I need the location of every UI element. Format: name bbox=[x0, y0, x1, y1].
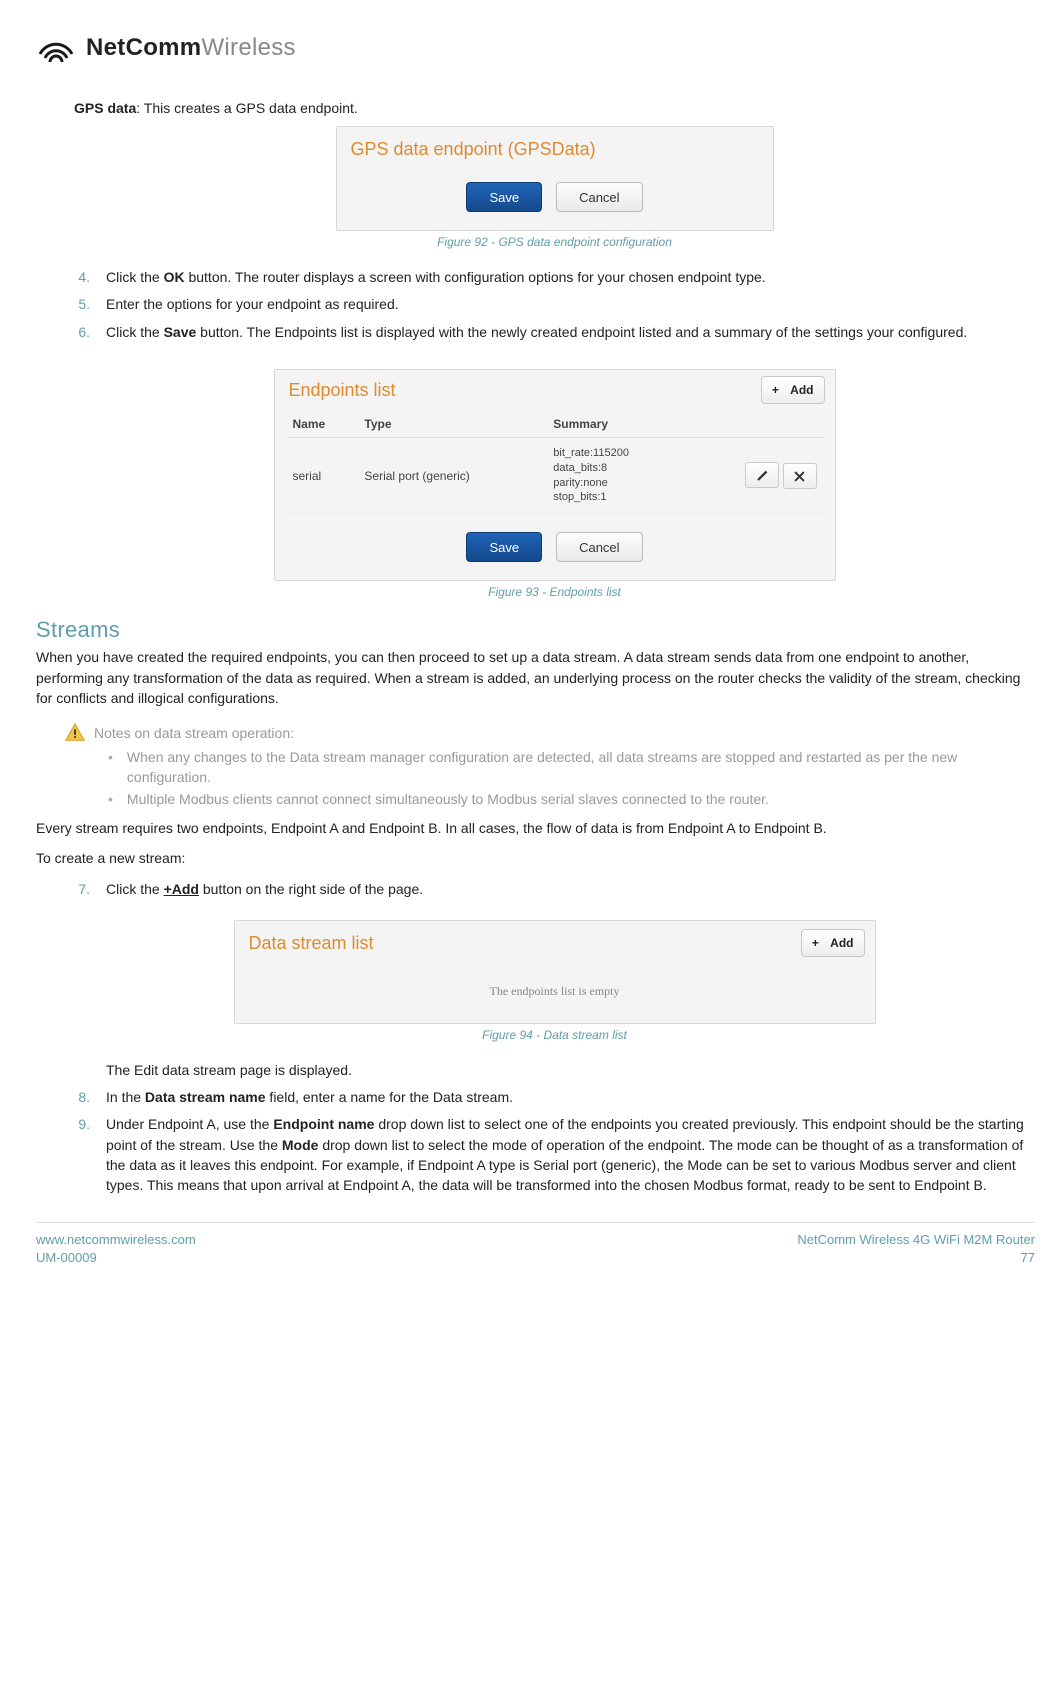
fig92-panel: GPS data endpoint (GPSData) Save Cancel bbox=[336, 126, 774, 231]
step-4: Click the OK button. The router displays… bbox=[106, 267, 1035, 287]
note-1: When any changes to the Data stream mana… bbox=[127, 748, 1035, 787]
col-summary: Summary bbox=[547, 411, 688, 438]
edit-stream-text: The Edit data stream page is displayed. bbox=[106, 1060, 1035, 1080]
pencil-icon bbox=[756, 469, 769, 482]
save-button[interactable]: Save bbox=[466, 532, 542, 562]
delete-button[interactable] bbox=[783, 463, 817, 489]
plus-icon: + bbox=[772, 383, 779, 397]
step-9: Under Endpoint A, use the Endpoint name … bbox=[106, 1114, 1035, 1195]
save-button[interactable]: Save bbox=[466, 182, 542, 212]
fig93-title: Endpoints list bbox=[289, 374, 396, 407]
fig93-caption: Figure 93 - Endpoints list bbox=[74, 585, 1035, 599]
streams-para1: When you have created the required endpo… bbox=[36, 647, 1035, 708]
step-num-6: 6. bbox=[74, 322, 90, 342]
close-icon bbox=[794, 471, 805, 482]
streams-para3: To create a new stream: bbox=[36, 848, 1035, 868]
note-2: Multiple Modbus clients cannot connect s… bbox=[127, 790, 769, 810]
footer-url: www.netcommwireless.com bbox=[36, 1231, 196, 1249]
footer-page: 77 bbox=[797, 1249, 1035, 1267]
brand-logo: NetCommWireless bbox=[36, 28, 1035, 68]
brand-light: Wireless bbox=[201, 34, 295, 61]
note-title: Notes on data stream operation: bbox=[94, 725, 294, 741]
step-num-9: 9. bbox=[74, 1114, 90, 1195]
cell-type: Serial port (generic) bbox=[358, 437, 547, 513]
warning-icon bbox=[64, 722, 86, 744]
gps-intro: GPS data: This creates a GPS data endpoi… bbox=[74, 100, 1035, 116]
wifi-arc-icon bbox=[36, 28, 76, 68]
endpoints-table: Name Type Summary serial Serial port (ge… bbox=[287, 411, 823, 514]
brand-bold: NetComm bbox=[86, 34, 201, 61]
streams-para2: Every stream requires two endpoints, End… bbox=[36, 818, 1035, 838]
cell-summary: bit_rate:115200data_bits:8parity:nonesto… bbox=[547, 437, 688, 513]
brand-text: NetCommWireless bbox=[86, 34, 296, 62]
streams-heading: Streams bbox=[36, 617, 1035, 643]
step-5: Enter the options for your endpoint as r… bbox=[106, 294, 1035, 314]
step-num-8: 8. bbox=[74, 1087, 90, 1107]
step-num-4: 4. bbox=[74, 267, 90, 287]
fig93-panel: Endpoints list + Add Name Type Summary s… bbox=[274, 369, 836, 581]
empty-message: The endpoints list is empty bbox=[235, 962, 875, 1005]
fig92-caption: Figure 92 - GPS data endpoint configurat… bbox=[74, 235, 1035, 249]
cell-name: serial bbox=[287, 437, 359, 513]
add-button[interactable]: + Add bbox=[801, 929, 865, 957]
edit-button[interactable] bbox=[745, 462, 779, 488]
step-7: Click the +Add button on the right side … bbox=[106, 879, 1035, 899]
add-button[interactable]: + Add bbox=[761, 376, 825, 404]
fig94-caption: Figure 94 - Data stream list bbox=[74, 1028, 1035, 1042]
plus-icon: + bbox=[812, 936, 819, 950]
col-type: Type bbox=[358, 411, 547, 438]
step-num-5: 5. bbox=[74, 294, 90, 314]
fig94-panel: Data stream list + Add The endpoints lis… bbox=[234, 920, 876, 1024]
step-8: In the Data stream name field, enter a n… bbox=[106, 1087, 1035, 1107]
fig94-title: Data stream list bbox=[249, 927, 374, 960]
step-num-7: 7. bbox=[74, 879, 90, 899]
col-name: Name bbox=[287, 411, 359, 438]
cancel-button[interactable]: Cancel bbox=[556, 532, 642, 562]
footer-doc: UM-00009 bbox=[36, 1249, 196, 1267]
footer-product: NetComm Wireless 4G WiFi M2M Router bbox=[797, 1231, 1035, 1249]
table-row: serial Serial port (generic) bit_rate:11… bbox=[287, 437, 823, 513]
page-footer: www.netcommwireless.com UM-00009 NetComm… bbox=[36, 1222, 1035, 1267]
cancel-button[interactable]: Cancel bbox=[556, 182, 642, 212]
gps-label: GPS data bbox=[74, 100, 136, 116]
fig92-title: GPS data endpoint (GPSData) bbox=[337, 127, 773, 166]
gps-text: : This creates a GPS data endpoint. bbox=[136, 100, 358, 116]
step-6: Click the Save button. The Endpoints lis… bbox=[106, 322, 1035, 342]
